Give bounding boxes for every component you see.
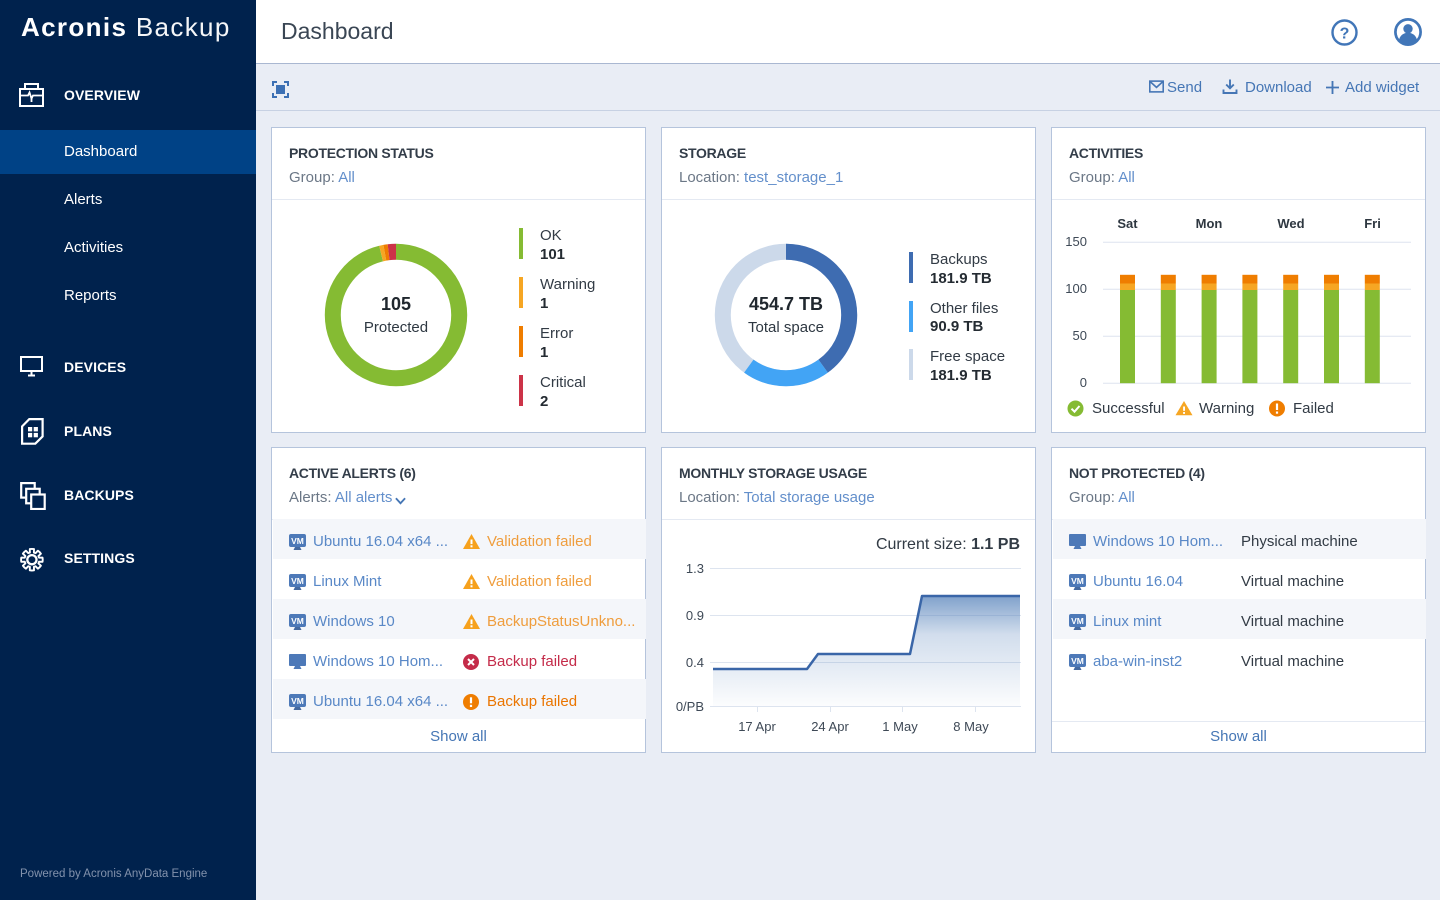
svg-text:0.4: 0.4 — [686, 655, 704, 670]
svg-text:VM: VM — [1071, 616, 1084, 626]
svg-text:17 Apr: 17 Apr — [738, 719, 776, 734]
svg-text:1 May: 1 May — [882, 719, 918, 734]
svg-text:0.9: 0.9 — [686, 608, 704, 623]
svg-text:24 Apr: 24 Apr — [811, 719, 849, 734]
svg-text:VM: VM — [1071, 576, 1084, 586]
svg-text:?: ? — [1340, 26, 1350, 43]
svg-text:VM: VM — [291, 616, 304, 626]
svg-text:0/PB: 0/PB — [676, 699, 704, 714]
svg-text:1.3: 1.3 — [686, 561, 704, 576]
svg-text:8 May: 8 May — [953, 719, 989, 734]
svg-text:VM: VM — [291, 536, 304, 546]
svg-text:VM: VM — [291, 576, 304, 586]
svg-text:VM: VM — [291, 696, 304, 706]
svg-text:VM: VM — [1071, 656, 1084, 666]
